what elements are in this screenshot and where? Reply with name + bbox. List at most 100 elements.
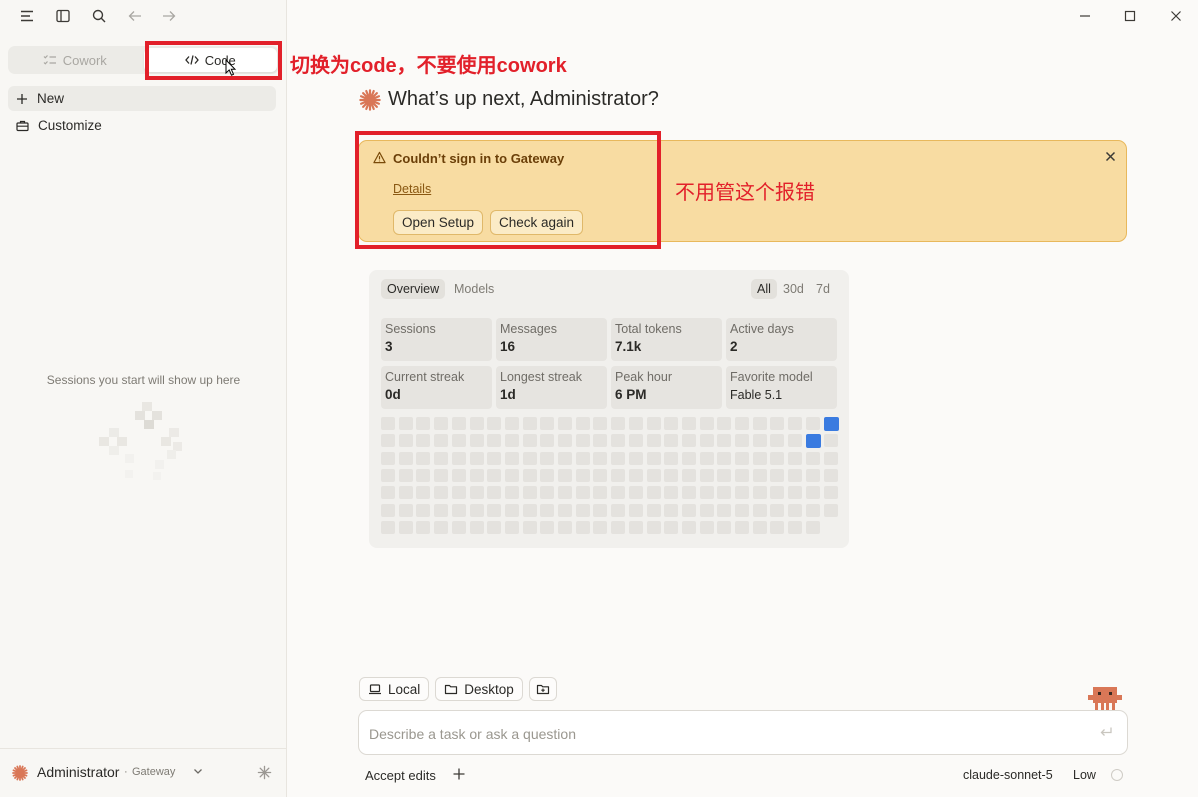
close-window-icon[interactable] xyxy=(1165,6,1187,26)
minimize-icon[interactable] xyxy=(1074,6,1096,26)
briefcase-icon xyxy=(16,120,29,132)
prompt-input[interactable] xyxy=(369,723,1069,745)
sidebar-item-new[interactable]: New xyxy=(8,86,276,111)
heatmap-cell xyxy=(487,520,502,534)
heatmap-cell xyxy=(681,434,696,448)
heatmap-cell xyxy=(628,417,643,430)
tab-cowork[interactable]: Cowork xyxy=(8,46,142,74)
workspace-chips: Local Desktop xyxy=(359,677,557,701)
heatmap-cell xyxy=(611,451,626,465)
sidebar-item-customize[interactable]: Customize xyxy=(8,113,276,138)
heatmap-cell xyxy=(469,417,484,430)
accept-edits-toggle[interactable]: Accept edits xyxy=(365,768,436,783)
stat-card-active-days: Active days 2 xyxy=(726,318,837,361)
heatmap-cell xyxy=(681,468,696,482)
heatmap-cell xyxy=(504,486,519,500)
heatmap-cell xyxy=(398,486,413,500)
menu-icon[interactable] xyxy=(16,5,38,27)
heatmap-cell xyxy=(416,417,431,430)
annotation-box-code xyxy=(145,41,282,80)
heatmap-cell xyxy=(522,434,537,448)
close-icon[interactable] xyxy=(1105,151,1116,162)
plus-icon xyxy=(16,93,28,105)
heatmap-cell xyxy=(416,486,431,500)
stat-label: Longest streak xyxy=(500,370,582,384)
add-folder-button[interactable] xyxy=(528,677,557,701)
forward-arrow-icon[interactable] xyxy=(158,5,180,27)
local-chip[interactable]: Local xyxy=(359,677,430,701)
heatmap-cell xyxy=(451,451,466,465)
heatmap-cell xyxy=(717,486,732,500)
heatmap-cell xyxy=(469,468,484,482)
heatmap-cell xyxy=(469,434,484,448)
tab-models[interactable]: Models xyxy=(448,279,500,299)
heatmap-cell xyxy=(717,417,732,430)
heatmap-cell xyxy=(699,451,714,465)
heatmap-cell xyxy=(699,520,714,534)
heatmap-cell xyxy=(788,451,803,465)
back-arrow-icon[interactable] xyxy=(124,5,146,27)
heatmap-cell xyxy=(611,520,626,534)
settings-sparkle-icon[interactable] xyxy=(257,765,272,780)
stat-label: Messages xyxy=(500,322,557,336)
heatmap-cell xyxy=(434,503,449,517)
heatmap-cell xyxy=(593,503,608,517)
heatmap-cell xyxy=(805,434,821,449)
heatmap-cell xyxy=(575,417,590,430)
heatmap-cell xyxy=(558,417,572,430)
heatmap-cell xyxy=(664,451,679,465)
heatmap-cell xyxy=(504,451,519,465)
range-all[interactable]: All xyxy=(751,279,777,299)
tab-overview[interactable]: Overview xyxy=(381,279,446,299)
heatmap-cell xyxy=(735,451,749,465)
empty-state-illustration xyxy=(99,402,182,480)
sidebar-item-customize-label: Customize xyxy=(38,118,102,133)
heatmap-cell xyxy=(823,434,838,448)
heatmap-cell xyxy=(504,520,519,534)
heatmap-cell xyxy=(788,468,803,482)
heatmap-cell xyxy=(593,486,608,500)
stat-card-longest-streak: Longest streak 1d xyxy=(496,366,607,409)
heatmap-cell xyxy=(416,468,431,482)
heatmap-cell xyxy=(805,451,820,465)
effort-selector[interactable]: Low xyxy=(1073,768,1096,782)
heatmap-cell xyxy=(646,468,661,482)
heatmap-cell xyxy=(593,434,608,448)
heatmap-cell xyxy=(611,468,626,482)
heatmap-cell xyxy=(593,468,608,482)
stat-value: 1d xyxy=(500,387,516,402)
model-selector[interactable]: claude-sonnet-5 xyxy=(963,768,1053,782)
heatmap-cell xyxy=(611,434,626,448)
stat-label: Favorite model xyxy=(730,370,813,384)
heatmap-cell xyxy=(770,503,785,517)
heatmap-cell xyxy=(540,434,555,448)
stat-card-sessions: Sessions 3 xyxy=(381,318,492,361)
sidebar-toggle-icon[interactable] xyxy=(52,5,74,27)
folder-icon xyxy=(444,683,458,695)
heatmap-cell xyxy=(593,417,608,430)
search-icon[interactable] xyxy=(88,5,110,27)
plus-icon[interactable] xyxy=(452,767,466,781)
heatmap-cell xyxy=(699,417,714,430)
heatmap-cell xyxy=(823,468,838,482)
enter-icon[interactable] xyxy=(1099,726,1113,738)
heatmap-cell xyxy=(646,451,661,465)
desktop-chip[interactable]: Desktop xyxy=(435,677,523,701)
user-account-row[interactable]: Administrator · Gateway xyxy=(0,748,287,797)
range-7d[interactable]: 7d xyxy=(810,279,836,299)
heatmap-cell xyxy=(540,451,555,465)
heatmap-cell xyxy=(717,451,732,465)
heatmap-cell xyxy=(681,486,696,500)
folder-plus-icon xyxy=(536,683,550,695)
heatmap-cell xyxy=(752,451,767,465)
maximize-icon[interactable] xyxy=(1119,6,1141,26)
heatmap-cell xyxy=(788,486,803,500)
heatmap-cell xyxy=(469,486,484,500)
heatmap-cell xyxy=(823,451,838,465)
heatmap-cell xyxy=(381,434,395,448)
chevron-down-icon[interactable] xyxy=(192,765,204,777)
heatmap-cell xyxy=(788,417,803,430)
range-30d[interactable]: 30d xyxy=(777,279,810,299)
heatmap-cell xyxy=(735,486,749,500)
heatmap-cell xyxy=(487,417,502,430)
